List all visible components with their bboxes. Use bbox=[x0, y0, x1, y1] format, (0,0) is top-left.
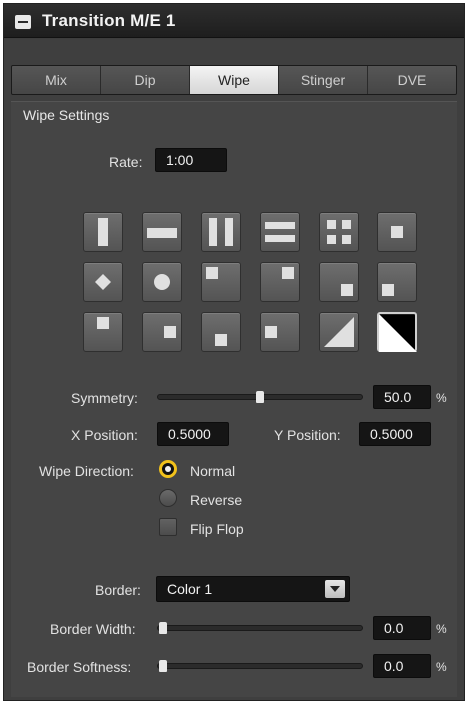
pattern-bottom-right-box-icon[interactable] bbox=[377, 262, 417, 302]
pattern-right-center-box-icon[interactable] bbox=[260, 312, 300, 352]
pattern-top-bottom-wipe-icon[interactable] bbox=[142, 212, 182, 252]
pattern-diamond-icon[interactable] bbox=[83, 262, 123, 302]
border-select-value: Color 1 bbox=[167, 581, 213, 597]
pattern-circle-icon[interactable] bbox=[142, 262, 182, 302]
pattern-diagonal-box-icon[interactable] bbox=[319, 312, 359, 352]
transition-tabs: Mix Dip Wipe Stinger DVE bbox=[11, 65, 457, 95]
border-width-input[interactable]: 0.0 bbox=[373, 616, 431, 640]
x-position-label: X Position: bbox=[71, 427, 138, 443]
pattern-vertical-barn-door-icon[interactable] bbox=[201, 212, 241, 252]
pattern-diagonal-slash-icon[interactable] bbox=[377, 312, 417, 352]
border-label: Border: bbox=[95, 582, 141, 598]
pattern-top-left-box-icon[interactable] bbox=[201, 262, 241, 302]
y-position-input[interactable]: 0.5000 bbox=[359, 422, 431, 446]
symmetry-unit: % bbox=[436, 391, 447, 405]
panel-title: Transition M/E 1 bbox=[42, 11, 176, 30]
transition-panel: Transition M/E 1 Mix Dip Wipe Stinger DV… bbox=[3, 3, 465, 701]
symmetry-input[interactable]: 50.0 bbox=[373, 385, 431, 409]
direction-normal-radio[interactable] bbox=[159, 460, 177, 478]
wipe-direction-label: Wipe Direction: bbox=[39, 463, 134, 479]
border-softness-slider-thumb[interactable] bbox=[159, 660, 167, 672]
pattern-four-box-icon[interactable] bbox=[319, 212, 359, 252]
flip-flop-label: Flip Flop bbox=[190, 521, 244, 537]
pattern-left-right-wipe-icon[interactable] bbox=[83, 212, 123, 252]
collapse-icon[interactable] bbox=[15, 15, 31, 29]
panel-body: Mix Dip Wipe Stinger DVE Wipe Settings R… bbox=[4, 39, 464, 700]
pattern-center-box-icon[interactable] bbox=[377, 212, 417, 252]
border-softness-slider[interactable] bbox=[157, 663, 363, 669]
direction-normal-label: Normal bbox=[190, 463, 236, 479]
border-softness-label: Border Softness: bbox=[27, 659, 132, 675]
border-softness-input[interactable]: 0.0 bbox=[373, 654, 431, 678]
border-select[interactable]: Color 1 bbox=[156, 576, 350, 602]
panel-header: Transition M/E 1 bbox=[4, 4, 464, 38]
x-position-input[interactable]: 0.5000 bbox=[157, 422, 229, 446]
border-softness-unit: % bbox=[436, 660, 447, 674]
pattern-bottom-left-box-icon[interactable] bbox=[201, 312, 241, 352]
pattern-left-center-box-icon[interactable] bbox=[142, 312, 182, 352]
border-width-slider-thumb[interactable] bbox=[159, 622, 167, 634]
border-width-unit: % bbox=[436, 622, 447, 636]
pattern-bottom-center-box-icon[interactable] bbox=[83, 312, 123, 352]
rate-input[interactable]: 1:00 bbox=[155, 148, 227, 172]
pattern-top-center-box-icon[interactable] bbox=[260, 262, 300, 302]
chevron-down-icon[interactable] bbox=[325, 580, 345, 598]
tab-stinger[interactable]: Stinger bbox=[279, 66, 368, 94]
y-position-label: Y Position: bbox=[274, 427, 341, 443]
symmetry-slider-thumb[interactable] bbox=[256, 391, 264, 403]
section-title: Wipe Settings bbox=[23, 107, 110, 123]
pattern-horizontal-barn-door-icon[interactable] bbox=[260, 212, 300, 252]
border-width-slider[interactable] bbox=[157, 625, 363, 631]
pattern-top-right-box-icon[interactable] bbox=[319, 262, 359, 302]
flip-flop-checkbox[interactable] bbox=[159, 518, 177, 536]
tab-wipe[interactable]: Wipe bbox=[190, 66, 279, 94]
direction-reverse-radio[interactable] bbox=[159, 489, 177, 507]
tab-dve[interactable]: DVE bbox=[368, 66, 456, 94]
border-width-label: Border Width: bbox=[50, 621, 136, 637]
wipe-settings-section: Wipe Settings Rate: 1:00 Symmetry: 50.0 … bbox=[11, 101, 457, 697]
symmetry-label: Symmetry: bbox=[71, 390, 138, 406]
direction-reverse-label: Reverse bbox=[190, 492, 243, 508]
tab-mix[interactable]: Mix bbox=[12, 66, 101, 94]
rate-label: Rate: bbox=[109, 154, 143, 170]
tab-dip[interactable]: Dip bbox=[101, 66, 190, 94]
